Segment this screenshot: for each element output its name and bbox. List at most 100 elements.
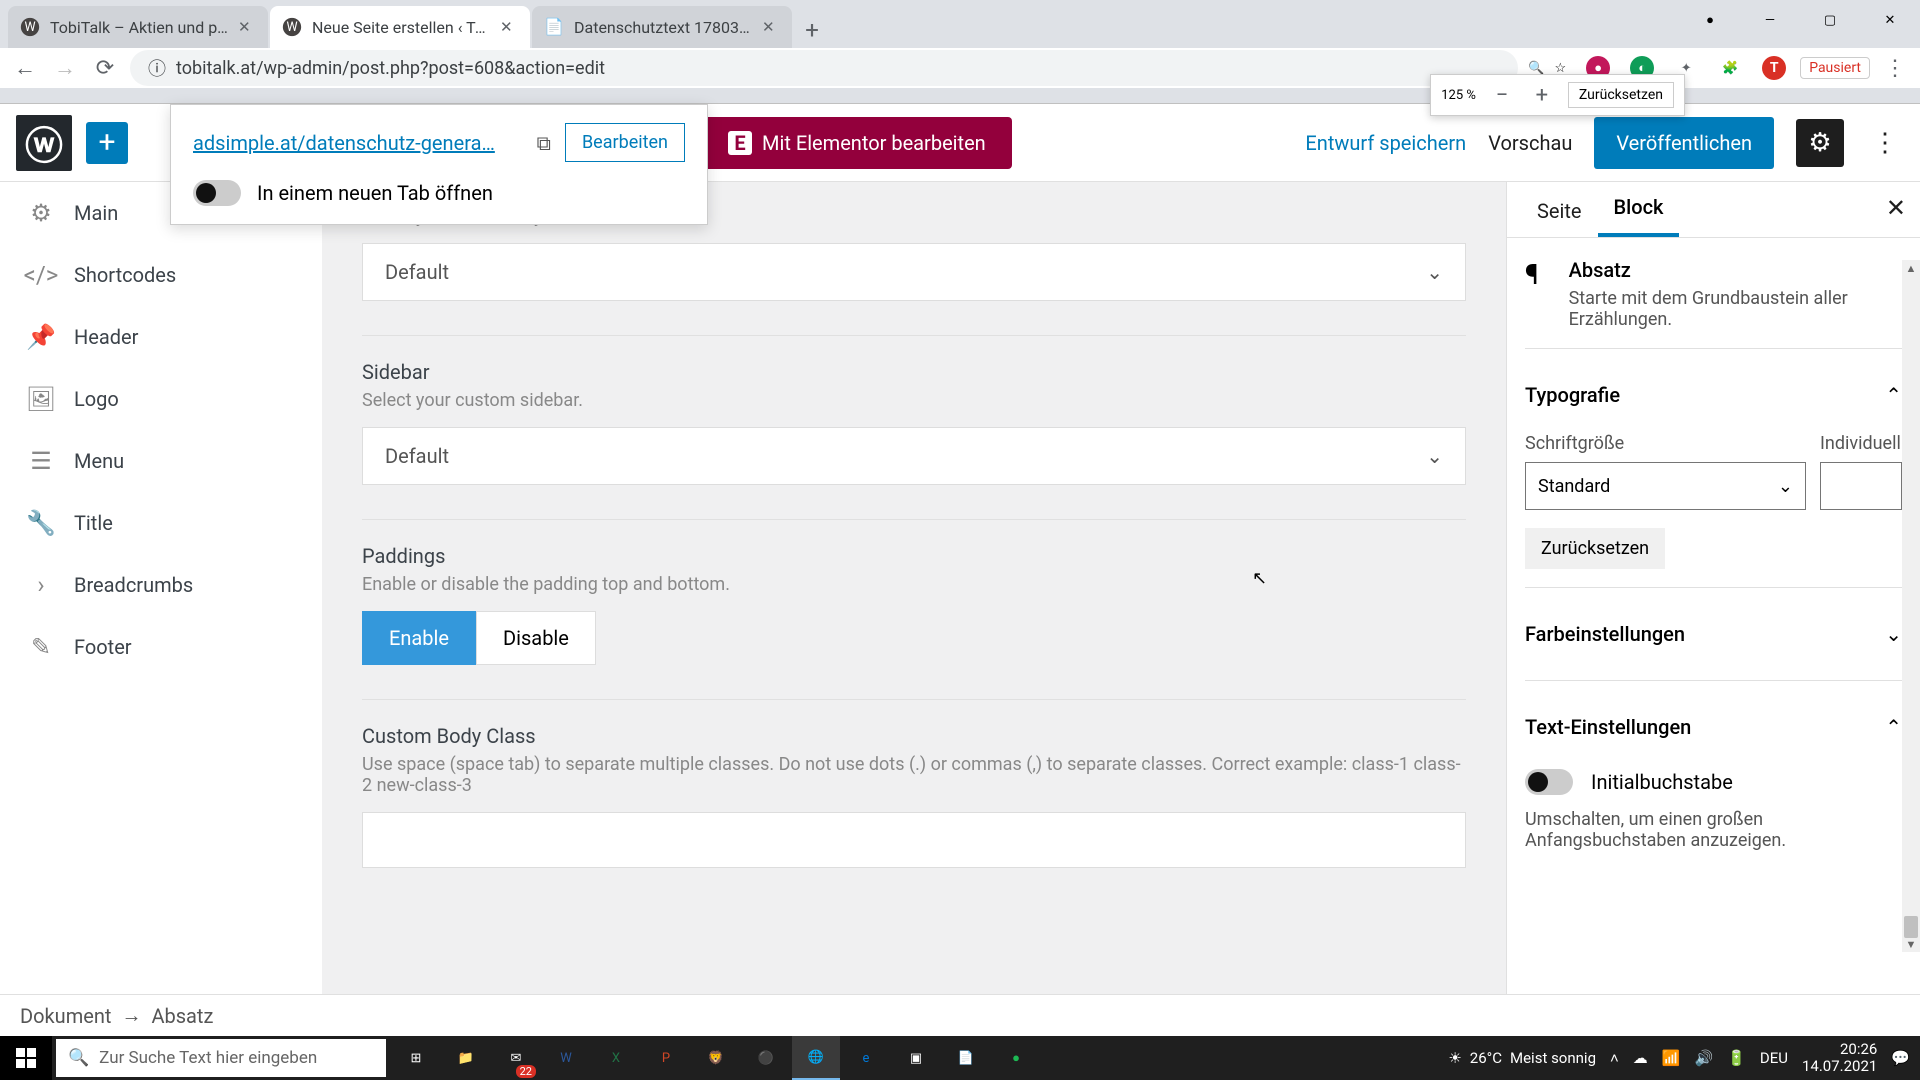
tab-title: Neue Seite erstellen ‹ TobiTalk <box>312 18 492 37</box>
text-settings-panel-header[interactable]: Text-Einstellungen ⌃ <box>1525 699 1902 755</box>
close-icon[interactable]: ✕ <box>500 18 518 36</box>
elementor-button[interactable]: E Mit Elementor bearbeiten <box>702 117 1012 169</box>
wp-favicon: W <box>20 17 40 37</box>
paddings-disable-button[interactable]: Disable <box>476 611 596 665</box>
tray-cloud-icon[interactable]: ☁ <box>1633 1049 1648 1067</box>
zoom-reset-button[interactable]: Zurücksetzen <box>1568 82 1674 108</box>
add-block-button[interactable]: + <box>86 122 128 164</box>
close-icon[interactable]: ✕ <box>238 18 256 36</box>
new-tab-button[interactable]: + <box>794 12 830 48</box>
zoom-popup: 125 % − + Zurücksetzen <box>1430 74 1685 116</box>
tray-wifi-icon[interactable]: 📶 <box>1662 1049 1681 1067</box>
tab-block[interactable]: Block <box>1598 181 1680 237</box>
notifications-button[interactable]: 💬 <box>1891 1049 1910 1067</box>
wordpress-logo[interactable]: ⓦ <box>16 115 72 171</box>
browser-tab-0[interactable]: W TobiTalk – Aktien und persönlich… ✕ <box>8 6 268 48</box>
taskbar-weather[interactable]: ☀ 26°C Meist sonnig <box>1448 1049 1596 1067</box>
paddings-enable-button[interactable]: Enable <box>362 611 476 665</box>
link-url[interactable]: adsimple.at/datenschutz-genera… <box>193 131 523 155</box>
settings-button[interactable]: ⚙ <box>1796 119 1844 167</box>
mouse-cursor: ↖ <box>1252 568 1267 589</box>
forward-button[interactable]: → <box>50 53 80 83</box>
taskbar-app-obs[interactable]: ⚫ <box>742 1036 790 1080</box>
browser-tab-2[interactable]: 📄 Datenschutztext 1780339 – AdS… ✕ <box>532 6 792 48</box>
breadcrumb-doc[interactable]: Dokument <box>20 1004 111 1028</box>
typography-reset-button[interactable]: Zurücksetzen <box>1525 528 1665 569</box>
taskbar-app-mail[interactable]: ✉22 <box>492 1036 540 1080</box>
sidebar-item-breadcrumbs[interactable]: ›Breadcrumbs <box>0 554 322 616</box>
block-inspector: Seite Block ✕ ¶ Absatz Starte mit dem Gr… <box>1506 182 1920 994</box>
taskbar-app-powerpoint[interactable]: P <box>642 1036 690 1080</box>
breadcrumb-current[interactable]: Absatz <box>151 1004 213 1028</box>
tab-page[interactable]: Seite <box>1521 185 1598 237</box>
profile-avatar[interactable]: T <box>1762 56 1786 80</box>
main-content: Select your custom layout. Default ⌄ Sid… <box>322 182 1506 994</box>
typography-panel-header[interactable]: Typografie ⌃ <box>1525 367 1902 423</box>
editor-scrollbar[interactable]: ▲ ▼ <box>1902 260 1920 952</box>
more-options-button[interactable]: ⋮ <box>1866 128 1904 158</box>
site-info-icon[interactable]: ⓘ <box>148 55 166 81</box>
url-text: tobitalk.at/wp-admin/post.php?post=608&a… <box>176 58 605 79</box>
sidebar-item-title[interactable]: 🔧Title <box>0 492 322 554</box>
sidebar-item-footer[interactable]: ✎Footer <box>0 616 322 678</box>
sync-paused-badge[interactable]: Pausiert <box>1800 57 1870 79</box>
taskbar-app-brave[interactable]: 🦁 <box>692 1036 740 1080</box>
sidebar-description: Select your custom sidebar. <box>362 390 1466 411</box>
task-view-button[interactable]: ⊞ <box>392 1036 440 1080</box>
color-panel-header[interactable]: Farbeinstellungen ⌄ <box>1525 606 1902 662</box>
custom-body-class-input[interactable] <box>362 812 1466 868</box>
scroll-up-arrow[interactable]: ▲ <box>1902 260 1920 276</box>
back-button[interactable]: ← <box>10 53 40 83</box>
taskbar-search[interactable]: 🔍 Zur Suche Text hier eingeben <box>56 1039 386 1077</box>
reload-button[interactable]: ⟳ <box>90 53 120 83</box>
save-draft-button[interactable]: Entwurf speichern <box>1305 131 1466 155</box>
font-size-input[interactable] <box>1820 462 1902 510</box>
sidebar-item-header[interactable]: 📌Header <box>0 306 322 368</box>
publish-button[interactable]: Veröffentlichen <box>1594 117 1774 169</box>
close-window-button[interactable]: ✕ <box>1860 0 1920 40</box>
close-icon[interactable]: ✕ <box>762 18 780 36</box>
chevron-up-icon: ⌃ <box>1885 383 1902 407</box>
preview-button[interactable]: Vorschau <box>1488 131 1572 155</box>
dropcap-toggle[interactable] <box>1525 769 1573 795</box>
minimize-button[interactable]: — <box>1740 0 1800 40</box>
external-link-icon[interactable]: ⧉ <box>537 131 551 155</box>
new-tab-label: In einem neuen Tab öffnen <box>257 181 493 205</box>
taskbar-app-explorer[interactable]: 📁 <box>442 1036 490 1080</box>
chevron-up-icon: ⌃ <box>1885 715 1902 739</box>
layout-select[interactable]: Default ⌄ <box>362 243 1466 301</box>
sidebar-item-menu[interactable]: ☰Menu <box>0 430 322 492</box>
browser-tab-1[interactable]: W Neue Seite erstellen ‹ TobiTalk ✕ <box>270 6 530 48</box>
maximize-button[interactable]: ▢ <box>1800 0 1860 40</box>
taskbar-app-spotify[interactable]: ● <box>992 1036 1040 1080</box>
extensions-menu-icon[interactable]: 🧩 <box>1718 56 1742 80</box>
taskbar-app-word[interactable]: W <box>542 1036 590 1080</box>
new-tab-toggle[interactable] <box>193 180 241 206</box>
taskbar-app-excel[interactable]: X <box>592 1036 640 1080</box>
taskbar-clock[interactable]: 20:26 14.07.2021 <box>1802 1041 1877 1076</box>
zoom-in-button[interactable]: + <box>1528 81 1556 109</box>
taskbar-app-chrome[interactable]: 🌐 <box>792 1036 840 1080</box>
start-button[interactable] <box>0 1036 52 1080</box>
scroll-down-arrow[interactable]: ▼ <box>1902 936 1920 952</box>
taskbar-app-generic[interactable]: ▣ <box>892 1036 940 1080</box>
zoom-out-button[interactable]: − <box>1488 81 1516 109</box>
sidebar-label: Sidebar <box>362 360 1466 384</box>
tray-chevron-up-icon[interactable]: ˄ <box>1610 1049 1619 1067</box>
address-bar[interactable]: ⓘ tobitalk.at/wp-admin/post.php?post=608… <box>130 50 1518 86</box>
account-icon[interactable]: ● <box>1680 0 1740 40</box>
chrome-menu-button[interactable]: ⋮ <box>1880 53 1910 83</box>
taskbar-app-edge[interactable]: e <box>842 1036 890 1080</box>
taskbar-app-notepad[interactable]: 📄 <box>942 1036 990 1080</box>
sidebar-item-shortcodes[interactable]: </>Shortcodes <box>0 244 322 306</box>
tray-language[interactable]: DEU <box>1760 1049 1788 1067</box>
edit-link-button[interactable]: Bearbeiten <box>565 123 685 162</box>
gear-icon: ⚙ <box>28 200 54 226</box>
tray-battery-icon[interactable]: 🔋 <box>1727 1049 1746 1067</box>
sidebar-select[interactable]: Default ⌄ <box>362 427 1466 485</box>
tray-volume-icon[interactable]: 🔊 <box>1694 1049 1713 1067</box>
sidebar-item-logo[interactable]: 🖼Logo <box>0 368 322 430</box>
scroll-thumb[interactable] <box>1904 916 1918 938</box>
font-size-select[interactable]: Standard ⌄ <box>1525 462 1806 510</box>
close-inspector-button[interactable]: ✕ <box>1886 194 1906 222</box>
